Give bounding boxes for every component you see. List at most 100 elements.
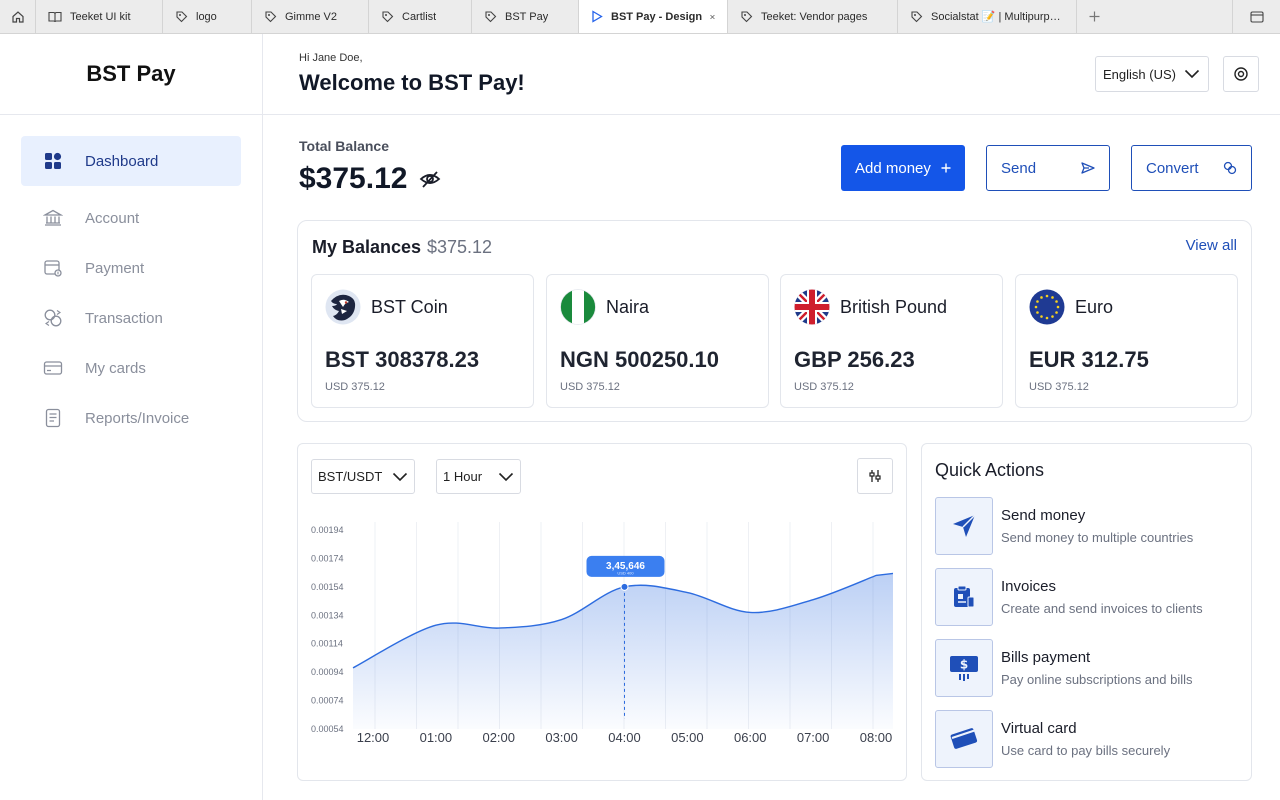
currency-name: British Pound <box>840 296 948 317</box>
figma-tag-icon <box>382 11 394 23</box>
add-money-button[interactable]: Add money <box>841 145 965 191</box>
figma-tag-icon <box>485 11 497 23</box>
tab-teeket-ui-kit[interactable]: Teeket UI kit <box>36 0 163 33</box>
eu-star <box>1036 300 1039 303</box>
x-tick-label: 01:00 <box>420 730 453 745</box>
plus-icon <box>941 163 951 173</box>
x-tick-label: 05:00 <box>671 730 704 745</box>
x-tick-label: 02:00 <box>482 730 515 745</box>
eu-star <box>1051 315 1054 318</box>
tab-overview-button[interactable] <box>1232 0 1280 33</box>
sidebar-item-my-cards[interactable]: My cards <box>21 343 241 393</box>
sidebar-item-account[interactable]: Account <box>21 193 241 243</box>
quick-action-virtual-card[interactable]: Virtual card Use card to pay bills secur… <box>935 710 1245 768</box>
tab-title-group: BST Pay - Design <box>591 10 702 23</box>
sidebar-item-label: Reports/Invoice <box>85 409 190 427</box>
quick-action-name: Invoices <box>1001 578 1057 595</box>
currency-amount: EUR 312.75 <box>1029 347 1149 372</box>
currency-header: Naira <box>560 289 649 325</box>
eu-star <box>1034 305 1038 309</box>
interval-select[interactable]: 1 Hour <box>436 459 521 494</box>
total-balance-amount: $375.12 <box>299 162 408 195</box>
transaction-icon <box>43 308 63 328</box>
sidebar-item-reports-invoice[interactable]: Reports/Invoice <box>21 393 241 443</box>
send-button[interactable]: Send <box>986 145 1110 191</box>
convert-icon <box>1223 161 1237 175</box>
sidebar-item-transaction[interactable]: Transaction <box>21 293 241 343</box>
tab-teeket-vendor-pages[interactable]: Teeket: Vendor pages <box>728 0 898 33</box>
nigeria-flag-icon <box>560 289 596 325</box>
tab-socialstat[interactable]: Socialstat 📝 | Multipurpose D <box>898 0 1077 33</box>
currency-usd-value: USD 375.12 <box>794 381 854 393</box>
sidebar-item-label: Account <box>85 209 140 227</box>
sidebar-item-payment[interactable]: Payment <box>21 243 241 293</box>
chevron-down-icon <box>1184 69 1200 79</box>
tab-bst-pay-design[interactable]: BST Pay - Design <box>579 0 728 33</box>
tab-label: BST Pay <box>505 10 549 23</box>
sidebar-item-label: Transaction <box>85 309 163 327</box>
tab-bst-pay[interactable]: BST Pay <box>472 0 579 33</box>
quick-actions-title: Quick Actions <box>935 460 1045 480</box>
send-label: Send <box>1001 159 1037 177</box>
tab-label: Gimme V2 <box>285 10 337 23</box>
convert-button[interactable]: Convert <box>1131 145 1252 191</box>
chevron-down-icon <box>392 472 408 481</box>
close-icon[interactable] <box>710 12 715 22</box>
tooltip-marker[interactable] <box>620 582 629 591</box>
currency-card-british-pound[interactable]: British Pound GBP 256.23 USD 375.12 <box>780 274 1003 408</box>
my-balances-title: My Balances <box>312 237 422 257</box>
chevron-down-icon <box>498 472 514 481</box>
quick-action-name: Bills payment <box>1001 649 1091 666</box>
tab-label: Cartlist <box>402 10 437 23</box>
tab-cartlist[interactable]: Cartlist <box>369 0 472 33</box>
eu-star <box>1045 294 1049 298</box>
sidebar-item-label: Payment <box>85 259 145 277</box>
eu-star <box>1045 316 1049 320</box>
y-tick-label: 0.00134 <box>311 610 344 620</box>
quick-action-name: Virtual card <box>1001 720 1077 737</box>
tab-spacer <box>1111 0 1232 33</box>
quick-action-desc: Send money to multiple countries <box>1001 530 1194 545</box>
pair-select[interactable]: BST/USDT <box>311 459 415 494</box>
sidebar-item-label: Dashboard <box>85 152 159 170</box>
x-tick-label: 06:00 <box>734 730 767 745</box>
tab-label: Teeket: Vendor pages <box>761 10 868 23</box>
quick-action-send-money[interactable]: Send money Send money to multiple countr… <box>935 497 1245 555</box>
home-tab[interactable] <box>0 0 36 33</box>
price-chart-card: 0.00194 0.00174 0.00154 0.00134 0.00114 0.000… <box>297 443 907 781</box>
chart-filter-button[interactable] <box>857 458 893 494</box>
tab-label: BST Pay - Design <box>611 10 703 23</box>
quick-action-invoices[interactable]: Invoices Create and send invoices to cli… <box>935 568 1245 626</box>
currency-card-euro[interactable]: Euro EUR 312.75 USD 375.12 <box>1015 274 1238 408</box>
view-all-link[interactable]: View all <box>1186 237 1237 254</box>
new-tab-button[interactable] <box>1077 0 1111 33</box>
sidebar-item-label: My cards <box>85 359 146 377</box>
tab-gimme-v2[interactable]: Gimme V2 <box>252 0 369 33</box>
send-arrow-icon <box>1081 162 1095 174</box>
price-chart[interactable]: 0.00194 0.00174 0.00154 0.00134 0.00114 0.000… <box>298 444 908 782</box>
sliders-icon <box>869 470 881 482</box>
tab-logo[interactable]: logo <box>163 0 252 33</box>
eu-star <box>1056 305 1060 309</box>
figma-tag-icon <box>741 11 753 23</box>
sidebar-item-dashboard[interactable]: Dashboard <box>21 136 241 186</box>
quick-action-bills-payment[interactable]: $ Bills payment Pay online subscriptions… <box>935 639 1245 697</box>
currency-amount: GBP 256.23 <box>794 347 915 372</box>
currency-card-bst-coin[interactable]: BST Coin BST 308378.23 USD 375.12 <box>311 274 534 408</box>
bst-coin-icon <box>325 289 361 325</box>
settings-button[interactable] <box>1223 56 1259 92</box>
eu-star <box>1055 300 1058 303</box>
pair-value: BST/USDT <box>318 469 383 484</box>
x-tick-label: 04:00 <box>608 730 641 745</box>
page-header: Hi Jane Doe, Welcome to BST Pay! English… <box>263 34 1280 115</box>
sidebar-nav: Dashboard Account Payment Transaction My… <box>0 115 262 443</box>
plus-icon <box>1089 11 1099 22</box>
currency-card-naira[interactable]: Naira NGN 500250.10 USD 375.12 <box>546 274 769 408</box>
browser-tab-bar: Teeket UI kit logo Gimme V2 Cartlist BST… <box>0 0 1280 34</box>
brand-logo[interactable]: BST Pay <box>0 34 262 115</box>
uk-flag-icon <box>794 289 830 325</box>
quick-action-desc: Pay online subscriptions and bills <box>1001 672 1193 687</box>
eye-off-icon[interactable] <box>419 168 441 190</box>
language-select[interactable]: English (US) <box>1095 56 1209 92</box>
currency-amount: BST 308378.23 <box>325 347 480 372</box>
